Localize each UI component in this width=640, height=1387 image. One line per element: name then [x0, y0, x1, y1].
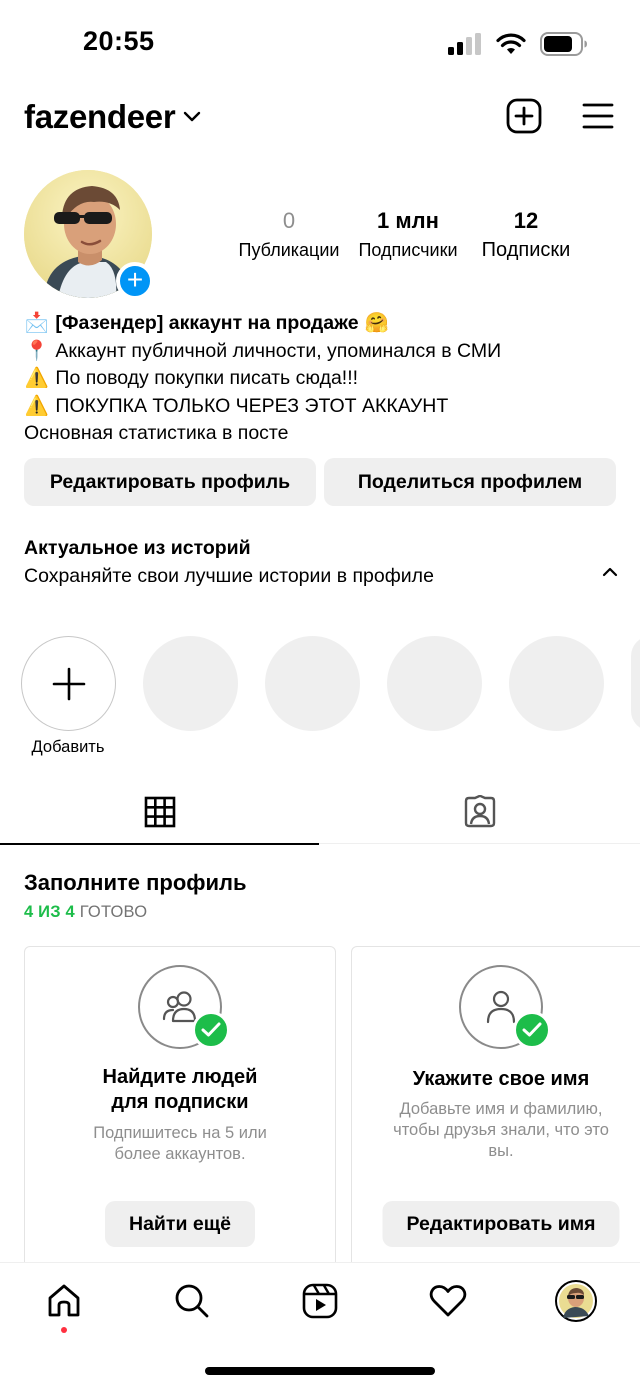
bio-line-2-text: Аккаунт публичной личности, упоминался в… [55, 339, 502, 362]
content-tabs [0, 780, 640, 845]
header-actions [506, 98, 614, 134]
stat-posts[interactable]: 0 Публикации [236, 208, 342, 264]
stat-following[interactable]: 12 Подписки [476, 208, 576, 264]
card-desc-line: чтобы друзья знали, что это [393, 1121, 609, 1139]
card-description: Подпишитесь на 5 или более аккаунтов. [25, 1123, 335, 1165]
find-people-card: Найдите людей для подписки Подпишитесь н… [24, 946, 336, 1276]
highlight-placeholder [387, 636, 482, 731]
check-icon [513, 1011, 551, 1049]
cellular-signal-icon [448, 33, 481, 55]
plus-icon [52, 667, 85, 700]
check-icon [192, 1011, 230, 1049]
card-icon-circle [138, 965, 230, 1049]
share-profile-button[interactable]: Поделиться профилем [324, 458, 616, 506]
search-icon [175, 1284, 209, 1318]
profile-buttons: Редактировать профиль Поделиться профиле… [24, 458, 616, 506]
complete-profile-progress: 4 ИЗ 4 ГОТОВО [24, 903, 147, 922]
nav-search[interactable] [168, 1277, 216, 1325]
wifi-icon [496, 33, 526, 54]
highlight-placeholder [265, 636, 360, 731]
tab-posts-grid[interactable] [0, 780, 320, 845]
tagged-person-icon [464, 795, 496, 828]
card-desc-line: Добавьте имя и фамилию, [399, 1100, 603, 1118]
grid-icon [144, 796, 176, 828]
highlights-row [21, 636, 640, 731]
chevron-down-icon [184, 111, 201, 122]
nav-home[interactable] [40, 1277, 88, 1325]
bio-line-2: 📍 Аккаунт публичной личности, упоминался… [24, 338, 501, 366]
highlight-placeholder [631, 636, 640, 731]
stat-followers-label: Подписчики [358, 240, 458, 260]
edit-name-button[interactable]: Редактировать имя [382, 1201, 620, 1247]
envelope-emoji-icon: 📩 [24, 312, 50, 334]
add-highlight-label: Добавить [31, 738, 105, 756]
stat-posts-value: 0 [282, 208, 296, 233]
bio-line-1-text: [Фазендер] аккаунт на продаже [55, 312, 359, 334]
person-icon [486, 990, 516, 1024]
add-name-card: Укажите свое имя Добавьте имя и фамилию,… [351, 946, 640, 1276]
warning-emoji-icon: ⚠️ [24, 367, 50, 389]
add-story-plus-icon[interactable]: + [116, 262, 154, 300]
card-title-line: Найдите людей [102, 1066, 258, 1088]
stat-following-value: 12 [513, 208, 539, 233]
highlight-placeholder [143, 636, 238, 731]
home-notification-dot [61, 1327, 67, 1333]
reels-icon [302, 1283, 338, 1319]
edit-profile-button[interactable]: Редактировать профиль [24, 458, 316, 506]
card-desc-line: вы. [488, 1142, 514, 1160]
profile-avatar[interactable]: + [24, 170, 154, 300]
nav-activity[interactable] [424, 1277, 472, 1325]
card-title: Укажите свое имя [412, 1068, 590, 1090]
bio-line-5: Основная статистика в посте [24, 422, 289, 444]
highlights-header[interactable]: Актуальное из историй Сохраняйте свои лу… [24, 534, 434, 590]
card-desc-line: Подпишитесь на 5 или [93, 1124, 267, 1142]
bio-line-3: ⚠️ По поводу покупки писать сюда!!! [24, 365, 501, 393]
stat-following-label: Подписки [481, 239, 571, 261]
highlights-subtitle: Сохраняйте свои лучшие истории в профиле [24, 565, 434, 587]
card-description: Добавьте имя и фамилию, чтобы друзья зна… [352, 1099, 640, 1162]
home-indicator[interactable] [205, 1367, 435, 1375]
add-highlight-button[interactable] [21, 636, 116, 731]
battery-icon [540, 32, 587, 56]
complete-profile-title: Заполните профиль [24, 870, 247, 895]
find-more-button[interactable]: Найти ещё [104, 1201, 256, 1247]
pin-emoji-icon: 📍 [24, 339, 50, 362]
heart-icon [429, 1285, 467, 1317]
bio-line-3-text: По поводу покупки писать сюда!!! [55, 367, 359, 389]
username: fazendeer [24, 98, 176, 135]
account-switcher[interactable]: fazendeer [24, 98, 201, 136]
warning-emoji-icon: ⚠️ [24, 394, 50, 417]
menu-icon[interactable] [582, 102, 614, 130]
card-desc-line: более аккаунтов. [114, 1145, 246, 1163]
stat-followers-value: 1 млн [377, 208, 439, 233]
chevron-up-icon[interactable] [602, 566, 618, 578]
bio-line-4: ⚠️ ПОКУПКА ТОЛЬКО ЧЕРЕЗ ЭТОТ АККАУНТ [24, 393, 501, 421]
stat-followers[interactable]: 1 млн Подписчики [352, 208, 464, 264]
progress-suffix: ГОТОВО [79, 903, 148, 921]
progress-done-count: 4 ИЗ 4 [24, 903, 75, 921]
card-title: Найдите людей для подписки [25, 1065, 335, 1115]
profile-avatar [555, 1280, 597, 1322]
active-tab-indicator [0, 843, 319, 845]
highlight-placeholder [509, 636, 604, 731]
status-icons [448, 32, 588, 56]
home-icon [48, 1284, 80, 1317]
card-title-line: для подписки [111, 1091, 249, 1113]
nav-reels[interactable] [296, 1277, 344, 1325]
profile-bio: 📩 [Фазендер] аккаунт на продаже 🤗 📍 Акка… [24, 310, 501, 448]
nav-profile[interactable] [552, 1277, 600, 1325]
tab-tagged[interactable] [320, 780, 640, 844]
highlights-title: Актуальное из историй [24, 537, 251, 559]
status-time: 20:55 [83, 26, 155, 56]
hug-emoji-icon: 🤗 [364, 312, 390, 334]
new-post-icon[interactable] [506, 98, 542, 134]
card-icon-circle [459, 965, 551, 1049]
stat-posts-label: Публикации [238, 240, 340, 260]
bio-line-4-text: ПОКУПКА ТОЛЬКО ЧЕРЕЗ ЭТОТ АККАУНТ [55, 394, 449, 417]
bio-line-1: 📩 [Фазендер] аккаунт на продаже 🤗 [24, 310, 501, 338]
